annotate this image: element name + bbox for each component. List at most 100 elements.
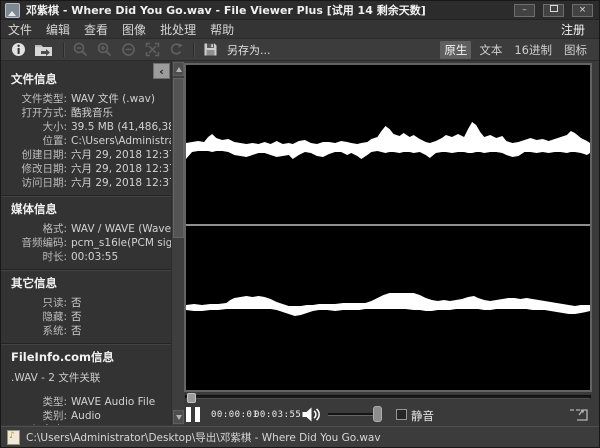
toolbar: 另存为... 原生 文本 16进制 图标 [1,39,599,61]
view-mode-text[interactable]: 文本 [475,41,506,59]
current-time: 00:00:01 [211,410,258,420]
zoom-out-icon[interactable] [71,42,89,58]
status-bar: C:\Users\Administrator\Desktop\导出\邓紫棋 - … [1,426,599,448]
view-mode-hex[interactable]: 16进制 [510,41,556,59]
row-value: 否 [71,310,82,324]
row-value: C:\Users\Administrato... [71,134,171,148]
row-value: 六月 29, 2018 12:37 ... [71,148,171,162]
rotate-icon[interactable] [167,42,185,58]
scrollbar-thumb[interactable] [173,78,184,238]
info-row: 时长:00:03:55 [1,250,171,264]
info-icon[interactable] [9,42,27,58]
view-mode-group: 原生 文本 16进制 图标 [440,41,591,59]
row-label: 系统: [1,324,67,338]
seek-slider-track[interactable] [185,395,591,399]
menu-batch[interactable]: 批处理 [153,21,203,38]
row-label: 文件类型: [1,92,67,106]
menu-bar: 文件 编辑 查看 图像 批处理 帮助 注册 [1,20,599,39]
audio-file-icon [7,430,20,445]
file-viewer-plus-window: 邓紫棋 - Where Did You Go.wav - File Viewer… [0,0,600,448]
sidebar-collapse-button[interactable]: ‹ [153,63,170,79]
open-folder-icon[interactable] [33,42,55,58]
section-title-file-info: 文件信息 [11,71,171,87]
sidebar-scrollbar[interactable] [171,61,184,425]
row-value: WAV / WAVE (Wave... [71,222,171,236]
save-as-icon[interactable] [201,42,219,58]
view-mode-icon[interactable]: 图标 [560,41,591,59]
scroll-up-button[interactable] [173,62,184,76]
seek-slider-thumb[interactable] [187,393,196,403]
close-button[interactable]: × [572,4,593,17]
menu-image[interactable]: 图像 [115,21,153,38]
info-row: 类型: WAVE Audio File [1,395,171,409]
row-value: 否 [71,296,82,310]
row-label: 时长: [1,250,67,264]
info-row: 系统: 否 [1,324,171,338]
section-divider [1,195,171,197]
rating-stars: ★★★★★ [71,423,118,425]
mute-label: 静音 [411,408,434,424]
info-row: 类别:Audio [1,409,171,423]
row-label: 只读: [1,296,67,310]
section-title-media-info: 媒体信息 [11,201,171,217]
title-bar: 邓紫棋 - Where Did You Go.wav - File Viewer… [1,1,599,20]
section-divider [1,343,171,345]
menu-file[interactable]: 文件 [1,21,39,38]
info-row: 只读: 否 [1,296,171,310]
row-label: 位置: [1,134,67,148]
waveform-panel[interactable] [184,63,592,392]
row-value: 39.5 MB (41,486,384 ... [71,120,171,134]
save-as-label[interactable]: 另存为... [227,42,271,58]
row-value: 六月 29, 2018 12:37 ... [71,176,171,190]
triangle-up-icon [176,67,182,72]
view-mode-native[interactable]: 原生 [440,41,471,59]
row-value: WAVE Audio File [71,395,155,409]
section-title-other-info: 其它信息 [11,275,171,291]
toolbar-separator [63,43,65,57]
maximize-button[interactable] [543,4,564,17]
info-row: 位置: C:\Users\Administrato... [1,134,171,148]
row-label: 创建日期: [1,148,67,162]
volume-speaker-icon[interactable] [301,406,323,427]
info-row: 音频编码:pcm_s16le(PCM sign... [1,236,171,250]
menu-help[interactable]: 帮助 [203,21,241,38]
actual-size-icon[interactable] [119,42,137,58]
info-row: 文件类型: WAV 文件 (.wav) [1,92,171,106]
waveform-display [186,65,590,390]
row-label: 知名度: [1,423,67,425]
row-value: Audio [71,409,101,423]
section-divider [1,269,171,271]
info-row: 修改日期:六月 29, 2018 12:37 ... [1,162,171,176]
menu-view[interactable]: 查看 [77,21,115,38]
minimize-button[interactable]: – [514,4,535,17]
window-title: 邓紫棋 - Where Did You Go.wav - File Viewer… [26,2,426,18]
mute-checkbox[interactable] [396,409,407,420]
channel-separator-line [186,224,590,226]
row-value: pcm_s16le(PCM sign... [71,236,171,250]
triangle-down-icon [176,415,182,420]
waveform-left-channel [186,122,590,159]
app-icon [5,3,20,18]
row-value: WAV 文件 (.wav) [71,92,155,106]
row-label: 类型: [1,395,67,409]
section-title-fileinfo-com: FileInfo.com信息 [11,349,171,365]
row-value: 酷我音乐 [71,106,113,120]
info-row: 隐藏:否 [1,310,171,324]
info-row: 知名度: ★★★★★ [1,423,171,425]
row-label: 格式: [1,222,67,236]
zoom-in-icon[interactable] [95,42,113,58]
row-value: 否 [71,324,82,338]
register-link[interactable]: 注册 [561,21,585,38]
info-sidebar: 文件信息 文件类型:WAV 文件 (.wav) 打开方式:酷我音乐 大小:39.… [1,61,171,425]
pause-button[interactable] [186,407,204,422]
row-value: 六月 29, 2018 12:37 ... [71,162,171,176]
info-row: 格式: WAV / WAVE (Wave... [1,222,171,236]
scroll-down-button[interactable] [173,410,184,424]
toolbar-separator [193,43,195,57]
waveform-right-channel [186,293,590,316]
popout-icon[interactable] [567,405,591,428]
maximize-icon [550,5,558,12]
fit-to-window-icon[interactable] [143,42,161,58]
menu-edit[interactable]: 编辑 [39,21,77,38]
volume-slider-thumb[interactable] [373,406,382,422]
